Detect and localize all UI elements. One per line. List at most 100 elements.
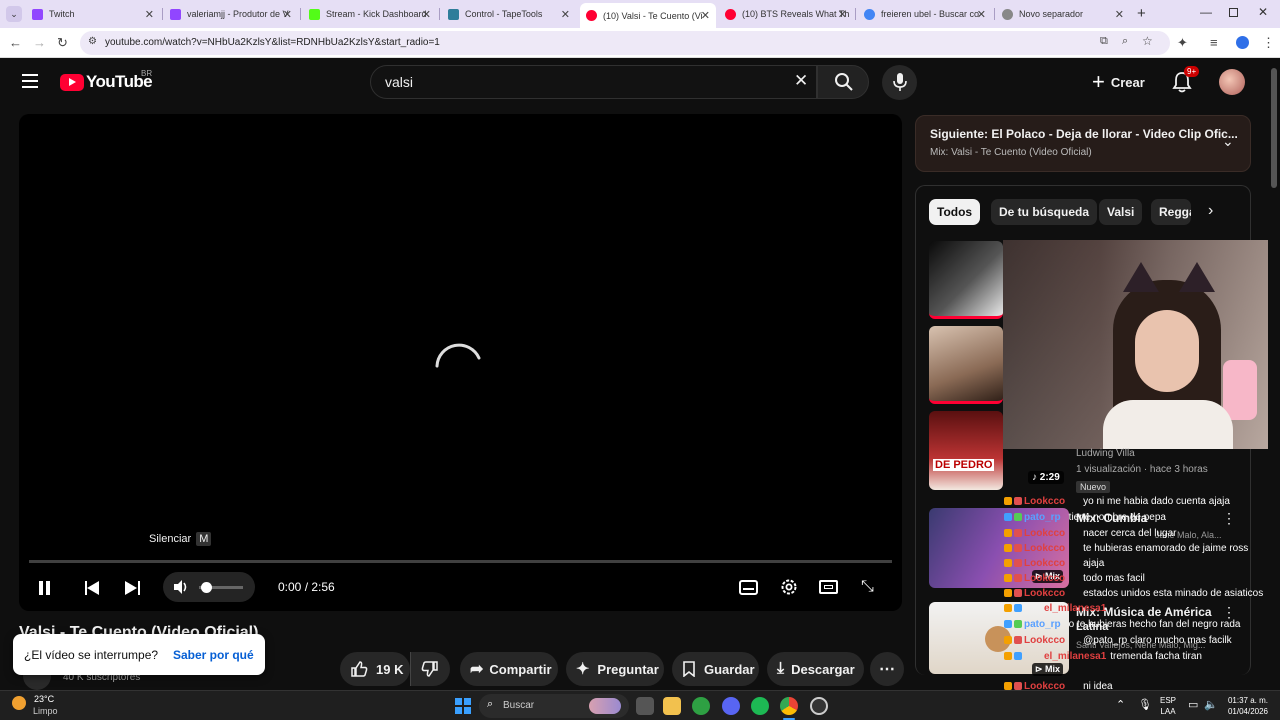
theater-mode-button[interactable] [819,580,838,594]
start-button[interactable] [455,698,471,714]
create-button[interactable]: + Crear [1092,65,1145,99]
bookmark-star-icon[interactable]: ☆ [1142,34,1153,48]
page-scrollbar[interactable] [1268,58,1280,690]
hamburger-menu-icon[interactable] [22,74,38,88]
site-info-icon[interactable]: ⚙ [88,36,97,47]
media-icon[interactable]: ≡ [1210,35,1218,50]
url-field[interactable]: ⚙ youtube.com/watch?v=NHbUa2KzlsY&list=R… [80,31,1170,55]
maximize-icon[interactable] [1229,8,1238,17]
pause-button[interactable] [38,580,52,596]
toast-learn-more-link[interactable]: Saber por qué [173,648,254,662]
sparkle-icon: ✦ [576,661,590,678]
up-next-panel[interactable]: Siguiente: El Polaco - Deja de llorar - … [915,115,1251,172]
dislike-button[interactable] [410,652,450,686]
task-view-icon[interactable] [636,697,654,715]
tab-valsi-active[interactable]: (10) Valsi - Te Cuento (Vi ✕ [580,3,716,28]
chip-all[interactable]: Todos [929,199,981,225]
youtube-logo[interactable]: YouTube [60,72,153,92]
rec-views: 1 visualización · hace 3 horas [1076,464,1208,475]
discord-icon[interactable] [722,697,740,715]
chevron-right-icon[interactable]: › [1208,202,1213,220]
close-icon[interactable]: ✕ [1115,8,1124,21]
avatar[interactable] [1219,69,1245,95]
chevron-down-icon[interactable]: ⌄ [1222,133,1234,150]
forward-icon[interactable]: → [33,35,46,50]
clear-search-icon[interactable]: ✕ [794,71,808,91]
video-player[interactable]: Silenciar M 0:00 / 2:56 ⤡ [19,114,902,611]
chat-user: Lookcco [1024,528,1066,539]
mute-tooltip: Silenciar M [149,532,212,546]
youtube-icon [586,10,597,21]
search-button[interactable] [817,65,869,99]
install-icon[interactable]: ⧉ [1100,35,1108,48]
progress-bar[interactable] [29,560,892,563]
more-options-icon[interactable]: ⋮ [1222,510,1236,527]
network-icon[interactable]: ▭ [1188,698,1198,711]
weather-icon [12,696,26,710]
close-icon[interactable]: ✕ [145,8,154,21]
chrome-icon[interactable] [780,697,798,715]
close-icon[interactable]: ✕ [701,9,710,22]
share-button[interactable]: ➦ Compartir [460,652,558,686]
close-window-icon[interactable]: ✕ [1258,5,1268,19]
save-button[interactable]: Guardar [672,652,759,686]
language-indicator[interactable]: ESP LAA [1160,695,1176,717]
rec-channel: Ludwing Villa [1076,448,1135,459]
gear-icon [781,579,797,595]
close-icon[interactable]: ✕ [838,8,847,21]
close-icon[interactable]: ✕ [561,8,570,21]
volume-control[interactable] [163,572,255,602]
tab-twitch[interactable]: Twitch ✕ [26,3,160,25]
back-icon[interactable]: ← [9,35,22,50]
video-thumbnail[interactable] [929,326,1003,404]
extensions-icon[interactable]: ✦ [1177,35,1188,51]
tab-new[interactable]: Novo separador ✕ [996,3,1130,25]
tab-bts[interactable]: (10) BTS Reveals What Th ✕ [719,3,853,25]
chip-regga[interactable]: Regga [1151,199,1191,225]
fullscreen-button[interactable]: ⤡ [861,578,874,596]
more-actions-button[interactable]: ⋯ [870,652,904,686]
download-button[interactable]: ⤓ Descargar [767,652,864,686]
clock-date: 01/04/2026 [1227,707,1268,716]
notifications-button[interactable]: 9+ [1172,66,1200,98]
obs-icon[interactable] [810,697,828,715]
taskbar-search[interactable]: ⌕ Buscar [479,694,629,718]
menu-dots-icon[interactable]: ⋮ [1262,35,1275,51]
close-icon[interactable]: ✕ [977,8,986,21]
reload-icon[interactable]: ↻ [57,35,68,51]
xbox-icon[interactable] [692,697,710,715]
tab-search-icon[interactable]: ⌄ [6,6,22,22]
zoom-icon[interactable]: ⌕ [1122,35,1128,48]
up-next-playlist: Mix: Valsi - Te Cuento (Video Oficial) [930,147,1092,158]
tab-valeriamjj[interactable]: valeriamjj - Produtor de V ✕ [164,3,298,25]
next-button[interactable] [125,580,141,596]
tab-google-search[interactable]: freieren ubel - Buscar co ✕ [858,3,992,25]
video-thumbnail[interactable]: DE PEDRO [929,411,1003,490]
clock[interactable]: 01:37 a. m. 01/04/2026 [1222,695,1268,717]
tab-kick-dashboard[interactable]: Stream - Kick Dashboard ✕ [303,3,437,25]
spotify-icon[interactable] [751,697,769,715]
chip-from-search[interactable]: De tu búsqueda [991,199,1098,225]
chat-message: Lookcco todo mas facil [1004,573,1145,584]
voice-search-button[interactable] [882,65,917,100]
close-icon[interactable]: ✕ [283,8,292,21]
volume-knob[interactable] [201,582,212,593]
file-explorer-icon[interactable] [663,697,681,715]
chip-valsi[interactable]: Valsi [1099,199,1143,225]
new-tab-icon[interactable]: + [1137,5,1146,22]
like-button[interactable]: 19 K [340,652,410,686]
scrollbar-thumb[interactable] [1271,68,1277,188]
captions-button[interactable] [739,580,758,595]
video-thumbnail[interactable] [929,241,1003,319]
profile-icon[interactable] [1236,36,1249,49]
search-input[interactable]: valsi ✕ [370,65,817,99]
minimize-icon[interactable]: — [1200,5,1212,19]
tab-tapetools[interactable]: Control - TapeTools ✕ [442,3,576,25]
chevron-up-icon[interactable]: ⌃ [1116,698,1125,711]
settings-button[interactable] [779,577,799,602]
speaker-icon[interactable]: 🔈 [1204,698,1218,711]
ask-button[interactable]: ✦ Preguntar [566,652,664,686]
microphone-icon[interactable]: 🎙 [1138,698,1152,711]
close-icon[interactable]: ✕ [422,8,431,21]
previous-button[interactable] [85,580,101,596]
